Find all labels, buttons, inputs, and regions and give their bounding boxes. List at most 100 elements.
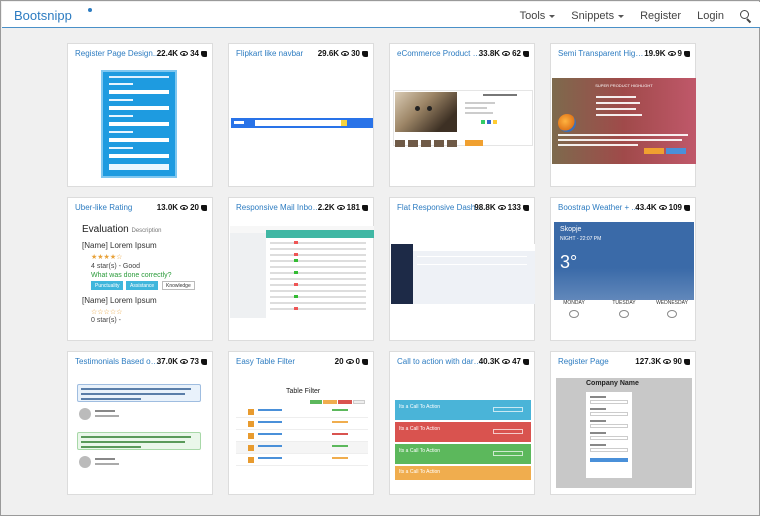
card-likes: 34 <box>190 49 199 58</box>
thumbs-up-icon <box>201 204 207 211</box>
card-title[interactable]: Responsive Mail Inbox... <box>236 203 322 212</box>
card-preview[interactable]: Skopje NIGHT - 22:07 PM 3° MONDAY TUESDA… <box>552 220 696 340</box>
card-preview[interactable] <box>391 220 535 340</box>
rating-subheading: Description <box>131 228 162 234</box>
card-views: 33.8K <box>478 49 501 58</box>
card-likes: 47 <box>512 357 521 366</box>
cta-text: Its a Call To Action <box>399 469 441 475</box>
card-views: 22.4K <box>156 49 179 58</box>
thumbs-up-icon <box>523 204 529 211</box>
snippet-card[interactable]: Responsive Mail Inbox... 2.2K 181 <box>228 197 374 341</box>
card-likes: 30 <box>351 49 360 58</box>
card-views: 13.0K <box>156 203 179 212</box>
card-preview[interactable]: Evaluation Description [Name] Lorem Ipsu… <box>69 220 213 340</box>
thumbs-up-icon <box>684 358 690 365</box>
kitten-image <box>395 92 457 132</box>
weather-time: NIGHT - 22:07 PM <box>560 236 602 242</box>
card-title[interactable]: Flipkart like navbar <box>236 49 322 58</box>
card-title[interactable]: Semi Transparent Highli... <box>558 49 644 58</box>
cta-text: Its a Call To Action <box>399 448 441 454</box>
card-title[interactable]: Boostrap Weather + ... <box>558 203 644 212</box>
card-views: 40.3K <box>478 357 501 366</box>
snippet-card[interactable]: Testimonials Based on... 37.0K 73 <box>67 351 213 495</box>
snippet-card[interactable]: Register Page 127.3K 90 Company Name <box>550 351 696 495</box>
card-likes: 9 <box>677 49 682 58</box>
top-navbar: Bootsnipp Tools Snippets Register Login <box>2 2 760 28</box>
nav-tools-label: Tools <box>519 10 546 22</box>
cta-banner: Its a Call To Action <box>395 400 531 420</box>
weather-temp: 3° <box>560 252 578 272</box>
rating-name-2: [Name] Lorem Ipsum <box>82 296 157 305</box>
snippet-card[interactable]: Uber-like Rating 13.0K 20 Evaluation Desc… <box>67 197 213 341</box>
card-title[interactable]: Easy Table Filter <box>236 357 322 366</box>
card-likes: 73 <box>190 357 199 366</box>
card-title[interactable]: Testimonials Based on... <box>75 357 161 366</box>
snippet-card[interactable]: Register Page Design... 22.4K 34 <box>67 43 213 187</box>
weather-day: WEDNESDAY <box>656 300 688 306</box>
card-preview[interactable] <box>391 66 535 186</box>
snippet-card[interactable]: Call to action with dark... 40.3K 47 Its … <box>389 351 535 495</box>
nav-register[interactable]: Register <box>640 10 681 22</box>
brand-dot-icon <box>88 8 92 12</box>
eye-icon <box>497 205 506 210</box>
card-title[interactable]: Register Page <box>558 357 644 366</box>
card-preview[interactable]: Its a Call To Action Its a Call To Actio… <box>391 374 535 494</box>
card-likes: 90 <box>673 357 682 366</box>
snippet-card[interactable]: Easy Table Filter 20 0 Table Filter <box>228 351 374 495</box>
snippet-card[interactable]: eCommerce Product D... 33.8K 62 <box>389 43 535 187</box>
thumbs-up-icon <box>362 358 368 365</box>
cloud-icon <box>667 310 677 318</box>
card-stats: 127.3K 90 <box>635 357 690 366</box>
card-preview[interactable]: Company Name <box>552 374 696 494</box>
rating-grade-2: 0 star(s) - <box>91 317 121 324</box>
search-icon[interactable] <box>740 10 752 22</box>
card-preview[interactable] <box>69 66 213 186</box>
snippet-card[interactable]: Flat Responsive Dash... 98.8K 133 <box>389 197 535 341</box>
cta-banner: Its a Call To Action <box>395 422 531 442</box>
tag-assistance: Assistance <box>126 281 159 290</box>
nav-login[interactable]: Login <box>697 10 724 22</box>
eye-icon <box>502 359 511 364</box>
card-title[interactable]: Flat Responsive Dash... <box>397 203 483 212</box>
card-preview[interactable] <box>69 374 213 494</box>
card-preview[interactable]: SUPER PRODUCT HIGHLIGHT <box>552 66 696 186</box>
tag-knowledge: Knowledge <box>162 281 195 290</box>
cta-banner: Its a Call To Action <box>395 466 531 480</box>
cta-text: Its a Call To Action <box>399 404 441 410</box>
card-stats: 29.6K 30 <box>318 49 368 58</box>
card-title[interactable]: eCommerce Product D... <box>397 49 483 58</box>
nav-tools[interactable]: Tools <box>520 10 556 22</box>
card-views: 19.9K <box>644 49 666 58</box>
eye-icon <box>341 51 350 56</box>
navbar-preview <box>231 118 373 128</box>
eye-icon <box>502 51 511 56</box>
card-title[interactable]: Uber-like Rating <box>75 203 161 212</box>
highlight-heading: SUPER PRODUCT HIGHLIGHT <box>595 83 653 88</box>
nav-snippets[interactable]: Snippets <box>571 10 625 22</box>
register-form-preview <box>101 70 177 178</box>
card-likes: 133 <box>507 203 521 212</box>
card-stats: 33.8K 62 <box>479 49 529 58</box>
card-stats: 98.8K 133 <box>474 203 529 212</box>
snippet-card[interactable]: Flipkart like navbar 29.6K 30 <box>228 43 374 187</box>
card-preview[interactable]: Table Filter <box>230 374 374 494</box>
brand-logo[interactable]: Bootsnipp <box>14 8 72 23</box>
card-title[interactable]: Call to action with dark... <box>397 357 483 366</box>
page-frame: Bootsnipp Tools Snippets Register Login … <box>0 0 760 516</box>
snippet-card[interactable]: Boostrap Weather + ... 43.4K 109 Skopje N… <box>550 197 696 341</box>
avatar <box>79 408 91 420</box>
card-views: 20 <box>334 357 344 366</box>
eye-icon <box>345 359 354 364</box>
card-title[interactable]: Register Page Design... <box>75 49 161 58</box>
snippet-card[interactable]: Semi Transparent Highli... 19.9K 9 SUPER … <box>550 43 696 187</box>
eye-icon <box>663 359 672 364</box>
cloud-icon <box>569 310 579 318</box>
card-preview[interactable] <box>230 66 374 186</box>
cta-banner: Its a Call To Action <box>395 444 531 464</box>
card-views: 2.2K <box>317 203 335 212</box>
eye-icon <box>336 205 345 210</box>
eye-icon <box>658 205 667 210</box>
card-preview[interactable] <box>230 220 374 340</box>
weather-day: TUESDAY <box>612 300 636 306</box>
avatar <box>79 456 91 468</box>
